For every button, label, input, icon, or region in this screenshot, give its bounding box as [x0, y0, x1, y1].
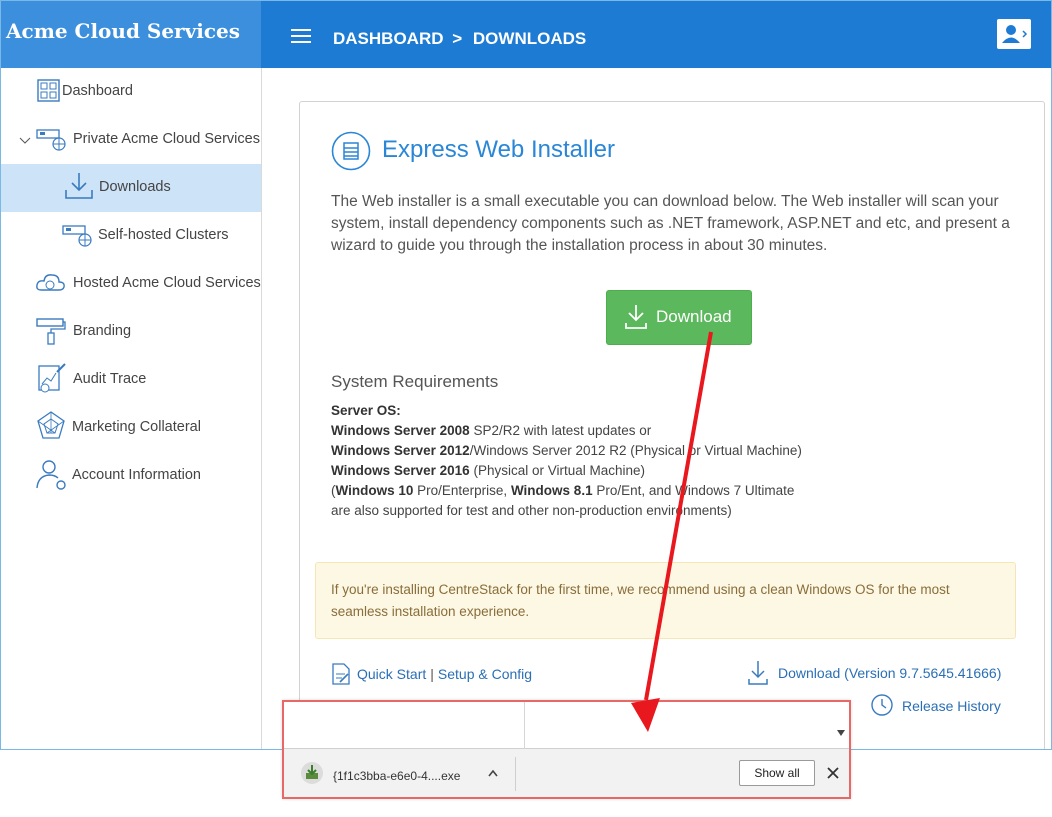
sidebar-item-branding[interactable]: Branding	[1, 308, 261, 356]
download-bar: {1f1c3bba-e6e0-4....exe Show all	[284, 749, 849, 797]
shelf-page-area	[284, 702, 849, 749]
sidebar: Dashboard Private Acme Cloud Services Do…	[1, 68, 262, 749]
installation-notice: If you're installing CentreStack for the…	[315, 562, 1016, 639]
download-version-link[interactable]: Download (Version 9.7.5645.41666)	[778, 665, 1001, 681]
sidebar-item-label: Marketing Collateral	[72, 419, 201, 435]
document-edit-icon	[332, 663, 350, 685]
sidebar-item-label: Self-hosted Clusters	[98, 227, 229, 243]
download-icon	[748, 661, 768, 685]
sidebar-item-label: Branding	[73, 323, 132, 339]
breadcrumb: DASHBOARD > DOWNLOADS	[333, 29, 586, 49]
sidebar-item-label: Hosted Acme Cloud Services	[73, 275, 261, 291]
download-tray-icon	[65, 173, 93, 199]
os-detail: (Physical or Virtual Machine)	[469, 463, 646, 478]
sidebar-item-audit-trace[interactable]: Audit Trace	[1, 356, 261, 404]
guide-links: Quick Start | Setup & Config	[357, 666, 532, 682]
system-requirements-list: Server OS: Windows Server 2008 SP2/R2 wi…	[331, 401, 802, 521]
chevron-up-icon[interactable]	[488, 769, 498, 777]
server-globe-icon	[36, 129, 66, 151]
setup-config-link[interactable]: Setup & Config	[438, 666, 532, 682]
divider	[515, 757, 516, 791]
sidebar-item-downloads[interactable]: Downloads	[1, 164, 261, 212]
link-separator: |	[430, 666, 434, 682]
top-bar: DASHBOARD > DOWNLOADS	[261, 1, 1051, 68]
sidebar-item-label: Dashboard	[62, 83, 133, 99]
user-account-button[interactable]	[997, 19, 1031, 49]
os-detail: /Windows Server 2012 R2 (Physical or Vir…	[469, 443, 802, 458]
divider	[524, 702, 525, 749]
sidebar-item-label: Audit Trace	[73, 371, 147, 387]
sidebar-item-label: Private Acme Cloud Services	[73, 131, 260, 147]
system-requirements-title: System Requirements	[331, 372, 499, 391]
sidebar-item-account-information[interactable]: Account Information	[1, 452, 261, 500]
clock-icon	[871, 694, 893, 716]
hamburger-menu-icon[interactable]	[291, 29, 311, 45]
sidebar-item-hosted-cloud[interactable]: Hosted Acme Cloud Services	[1, 260, 261, 308]
sidebar-item-marketing-collateral[interactable]: Marketing Collateral	[1, 404, 261, 452]
breadcrumb-downloads: DOWNLOADS	[472, 29, 587, 48]
cloud-globe-icon	[36, 274, 65, 291]
download-shelf: {1f1c3bba-e6e0-4....exe Show all	[282, 700, 851, 799]
scroll-down-arrow-icon[interactable]	[837, 730, 845, 736]
user-switch-icon	[1002, 25, 1028, 43]
download-button[interactable]: Download	[606, 290, 752, 345]
installer-file-icon	[301, 762, 323, 784]
release-history-link[interactable]: Release History	[902, 698, 1001, 714]
sidebar-item-self-hosted-clusters[interactable]: Self-hosted Clusters	[1, 212, 261, 260]
show-all-button[interactable]: Show all	[739, 760, 815, 786]
audit-chart-icon	[38, 363, 66, 393]
os-detail: Pro/Ent, and Windows 7 Ultimate	[592, 483, 795, 498]
os-name: Windows 8.1	[510, 483, 593, 498]
sidebar-item-label: Downloads	[99, 179, 171, 195]
download-button-label: Download	[656, 307, 732, 326]
os-name: Windows Server 2012	[331, 443, 470, 458]
web-network-icon	[37, 411, 65, 439]
server-os-label: Server OS:	[331, 403, 401, 418]
installer-list-icon	[331, 131, 371, 171]
page-title: Express Web Installer	[382, 136, 615, 163]
os-name: Windows 10	[335, 483, 414, 498]
os-name: Windows Server 2008	[331, 423, 470, 438]
brand-title: Acme Cloud Services	[1, 1, 261, 68]
sidebar-item-label: Account Information	[72, 467, 201, 483]
installer-description: The Web installer is a small executable …	[331, 193, 1010, 254]
breadcrumb-dashboard[interactable]: DASHBOARD	[333, 29, 444, 48]
os-detail: SP2/R2 with latest updates or	[469, 423, 652, 438]
server-globe-icon	[62, 225, 92, 247]
close-icon[interactable]	[826, 766, 840, 780]
os-name: Windows Server 2016	[331, 463, 470, 478]
sidebar-item-private-cloud[interactable]: Private Acme Cloud Services	[1, 116, 261, 164]
chevron-down-icon	[19, 137, 31, 144]
paint-roller-icon	[36, 318, 66, 345]
os-detail: are also supported for test and other no…	[331, 503, 732, 518]
user-gear-icon	[36, 460, 66, 490]
downloaded-file-name[interactable]: {1f1c3bba-e6e0-4....exe	[333, 769, 460, 783]
quick-start-link[interactable]: Quick Start	[357, 666, 426, 682]
os-detail: Pro/Enterprise,	[413, 483, 511, 498]
download-icon	[625, 305, 647, 329]
sidebar-item-dashboard[interactable]: Dashboard	[1, 68, 261, 116]
breadcrumb-separator: >	[452, 29, 463, 48]
app-window: Acme Cloud Services DASHBOARD > DOWNLOAD…	[0, 0, 1052, 750]
installer-card: Express Web Installer The Web installer …	[299, 101, 1045, 749]
